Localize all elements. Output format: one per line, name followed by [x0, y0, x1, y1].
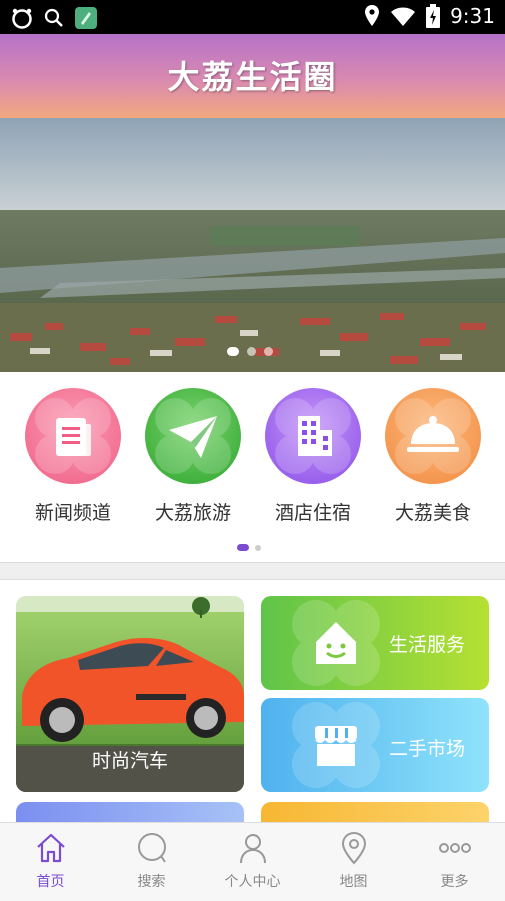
- status-time: 9:31: [450, 4, 495, 28]
- location-status-icon: [365, 5, 380, 26]
- category-hotel[interactable]: 酒店住宿: [253, 388, 373, 525]
- more-icon: [438, 843, 471, 853]
- banner-dot: [227, 347, 239, 356]
- paper-plane-icon: [145, 388, 241, 484]
- category-label: 大荔旅游: [154, 502, 231, 524]
- banner-dot: [264, 347, 273, 356]
- category-page-dot: [255, 544, 261, 551]
- tab-label: 首页: [36, 874, 65, 890]
- category-news[interactable]: 新闻频道: [13, 388, 133, 525]
- search-icon: [137, 833, 166, 863]
- shop-icon: [292, 702, 380, 788]
- smiling-house-icon: [292, 600, 380, 686]
- banner-image: [0, 118, 505, 372]
- tile-second-hand-market[interactable]: 二手市场: [261, 698, 489, 792]
- home-icon: [36, 833, 65, 863]
- category-label: 大荔美食: [394, 502, 471, 524]
- food-cover-icon: [385, 388, 481, 484]
- search-status-icon: [44, 8, 63, 27]
- ring-icon: [12, 8, 32, 29]
- category-travel[interactable]: 大荔旅游: [133, 388, 253, 525]
- building-icon: [265, 388, 361, 484]
- user-icon: [239, 834, 266, 864]
- page-title: 大荔生活圈: [167, 58, 338, 96]
- app-notification-icon: [75, 7, 97, 29]
- category-label: 酒店住宿: [274, 502, 351, 524]
- banner-carousel[interactable]: [0, 118, 505, 372]
- tab-more[interactable]: 更多: [404, 831, 505, 891]
- map-pin-icon: [341, 831, 366, 865]
- tab-profile[interactable]: 个人中心: [202, 831, 303, 891]
- bottom-tab-bar: 首页 搜索 个人中心 地图 更多: [0, 822, 505, 901]
- section-divider: [0, 562, 505, 580]
- tab-label: 个人中心: [224, 874, 281, 890]
- tab-home[interactable]: 首页: [0, 831, 101, 891]
- category-page-dot: [237, 544, 249, 551]
- category-pagination: [237, 544, 261, 551]
- battery-icon: [426, 4, 441, 28]
- banner-pagination: [227, 347, 273, 356]
- newspaper-icon: [25, 388, 121, 484]
- tile-label: 二手市场: [389, 738, 466, 760]
- tile-life-services[interactable]: 生活服务: [261, 596, 489, 690]
- tab-label: 地图: [339, 874, 368, 890]
- category-label: 新闻频道: [34, 502, 111, 524]
- app-header: 大荔生活圈: [0, 34, 505, 118]
- category-food[interactable]: 大荔美食: [373, 388, 493, 525]
- tile-label: 生活服务: [389, 634, 466, 656]
- tab-search[interactable]: 搜索: [101, 831, 202, 891]
- tile-fashion-cars[interactable]: 时尚汽车: [16, 596, 244, 792]
- tab-label: 更多: [440, 874, 469, 890]
- wifi-icon: [391, 7, 416, 26]
- banner-dot: [247, 347, 256, 356]
- tab-map[interactable]: 地图: [303, 831, 404, 891]
- tab-label: 搜索: [137, 874, 166, 890]
- category-grid: 新闻频道 大荔旅游 酒店住宿 大荔美食: [0, 372, 505, 562]
- status-bar: 9:31: [0, 0, 505, 34]
- tile-label: 时尚汽车: [91, 750, 168, 772]
